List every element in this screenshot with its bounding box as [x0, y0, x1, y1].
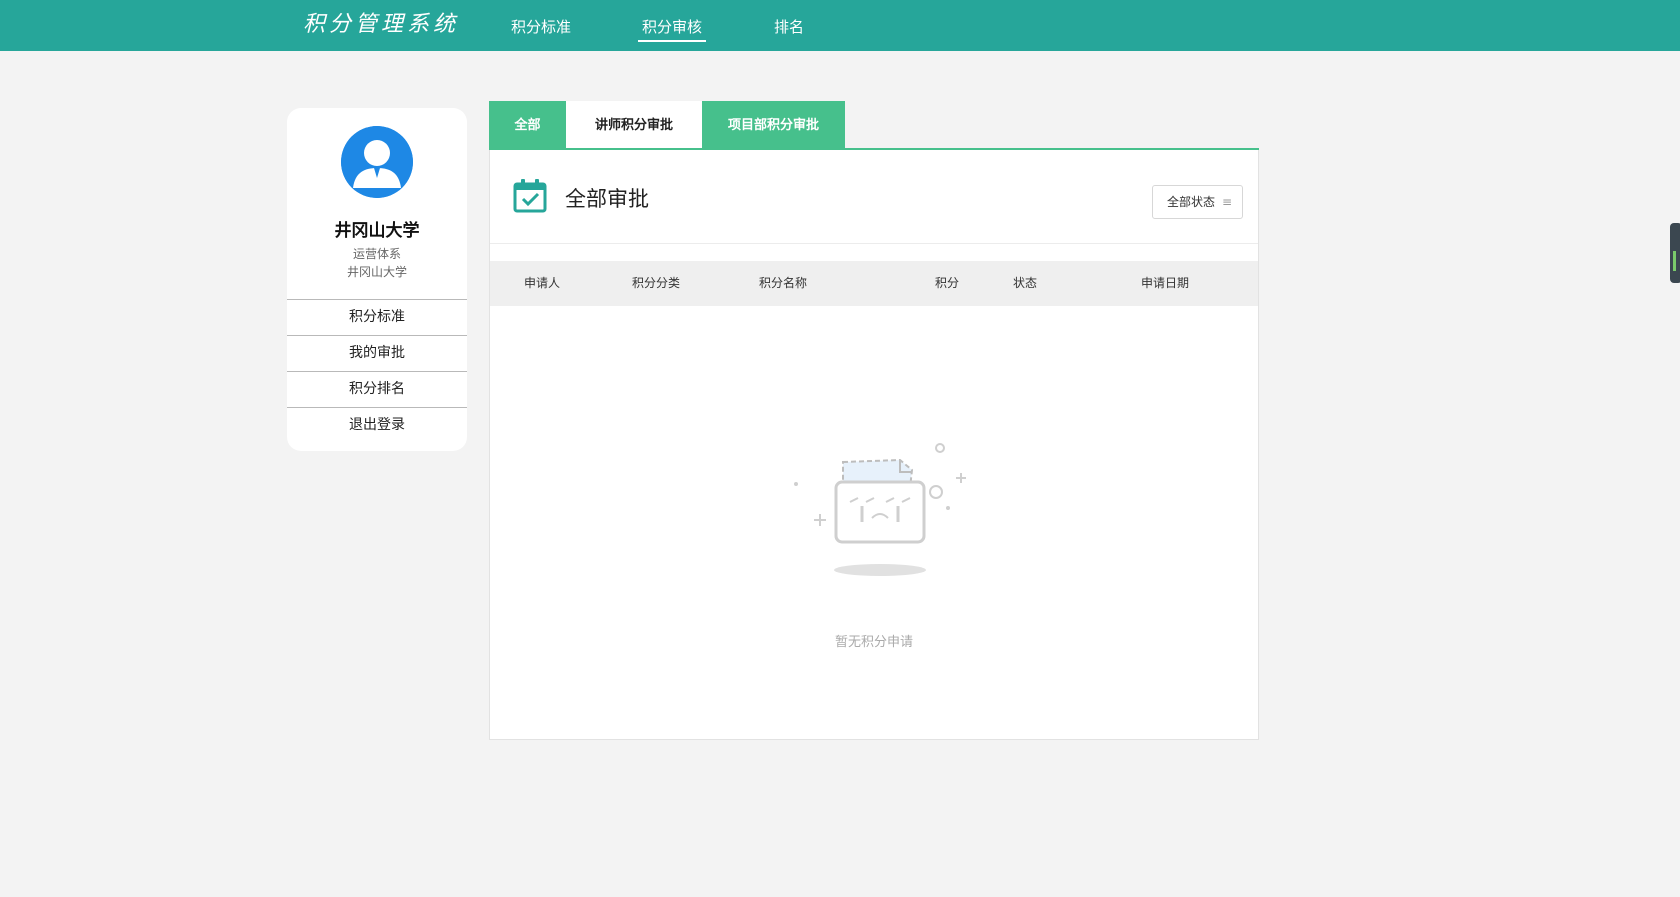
department-label: 运营体系 [352, 247, 401, 261]
nav-item-standards[interactable]: 积分标准 [511, 16, 571, 42]
column-header-date[interactable]: 申请日期 [1141, 261, 1189, 306]
empty-state-text: 暂无积分申请 [834, 635, 913, 650]
nav-item-review[interactable]: 积分审核 [638, 16, 707, 42]
column-header-name[interactable]: 积分名称 [759, 261, 807, 306]
sidebar-item-standards[interactable]: 积分标准 [287, 299, 467, 335]
tab-project-approval[interactable]: 项目部积分审批 [702, 101, 845, 151]
nav-item-ranking[interactable]: 排名 [774, 16, 804, 42]
column-header-category[interactable]: 积分分类 [632, 261, 680, 306]
tab-all[interactable]: 全部 [489, 101, 566, 151]
menu-lines-icon: ≡ [1221, 195, 1232, 209]
calendar-check-icon [512, 178, 548, 214]
panel-header: 全部审批 全部状态 ≡ [490, 150, 1258, 244]
empty-box-illustration [780, 440, 970, 580]
table-header: 申请人 积分分类 积分名称 积分 状态 申请日期 [490, 261, 1258, 306]
org-sub-label: 井冈山大学 [346, 265, 407, 279]
top-nav-bar: 积分管理系统 积分标准 积分审核 排名 [0, 0, 1680, 51]
approval-panel: 全部审批 全部状态 ≡ 申请人 积分分类 积分名称 积分 状态 申请日期 暂无积… [489, 150, 1259, 740]
sidebar-item-my-approvals[interactable]: 我的审批 [287, 335, 467, 371]
status-filter-dropdown[interactable]: 全部状态 ≡ [1152, 185, 1243, 219]
user-avatar-icon [341, 126, 413, 198]
org-name: 井冈山大学 [334, 221, 420, 241]
sidebar-item-logout[interactable]: 退出登录 [287, 407, 467, 443]
column-header-status[interactable]: 状态 [1013, 261, 1037, 306]
app-logo[interactable]: 积分管理系统 [303, 10, 459, 40]
edge-handle[interactable] [1670, 223, 1680, 283]
profile-sidebar: 井冈山大学 运营体系 井冈山大学 积分标准 我的审批 积分排名 退出登录 [287, 108, 467, 451]
status-filter-label: 全部状态 [1167, 195, 1216, 209]
sidebar-menu: 积分标准 我的审批 积分排名 退出登录 [287, 299, 467, 443]
tab-lecturer-approval[interactable]: 讲师积分审批 [566, 101, 702, 151]
sidebar-item-ranking[interactable]: 积分排名 [287, 371, 467, 407]
panel-title: 全部审批 [565, 187, 649, 211]
column-header-points[interactable]: 积分 [935, 261, 959, 306]
column-header-applicant[interactable]: 申请人 [524, 261, 560, 306]
edge-indicator [1673, 251, 1676, 271]
